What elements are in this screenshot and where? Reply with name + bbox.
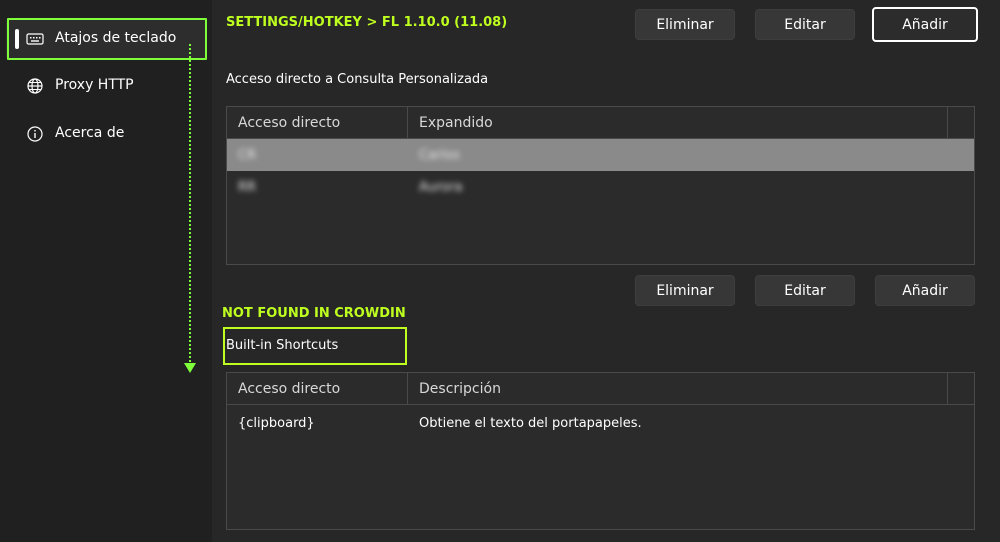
expanded-cell: Carlos [419, 147, 460, 163]
table-row[interactable]: RR Aurora [227, 171, 974, 203]
delete-button[interactable]: Eliminar [635, 275, 735, 306]
shortcut-cell: {clipboard} [238, 415, 315, 431]
edit-button[interactable]: Editar [755, 275, 855, 306]
sidebar: Atajos de teclado Proxy HTTP Acerca de [0, 0, 212, 542]
expanded-cell: Aurora [419, 179, 463, 195]
builtin-table: Acceso directo Descripción {clipboard} O… [226, 372, 975, 530]
annotation-highlight-box [7, 18, 207, 60]
column-header[interactable]: Descripción [408, 373, 948, 405]
shortcut-cell: RR [238, 179, 257, 195]
table-row[interactable]: {clipboard} Obtiene el texto del portapa… [227, 407, 974, 439]
custom-query-table: Acceso directo Expandido CR Carlos RR Au… [226, 106, 975, 265]
edit-button[interactable]: Editar [755, 9, 855, 40]
annotation-title: SETTINGS/HOTKEY > FL 1.10.0 (11.08) [226, 15, 508, 30]
column-header[interactable]: Acceso directo [227, 107, 408, 139]
add-button[interactable]: Añadir [875, 275, 975, 306]
sidebar-item-about[interactable]: Acerca de [6, 113, 206, 155]
description-cell: Obtiene el texto del portapapeles. [419, 415, 642, 431]
column-header[interactable]: Acceso directo [227, 373, 408, 405]
annotation-arrow-head [184, 363, 196, 373]
sidebar-item-proxy[interactable]: Proxy HTTP [6, 65, 206, 107]
builtin-title: Built-in Shortcuts [226, 338, 339, 353]
shortcut-cell: CR [238, 147, 257, 163]
annotation-arrow-line [189, 44, 191, 362]
delete-button[interactable]: Eliminar [635, 9, 735, 40]
info-icon [26, 125, 44, 143]
globe-icon [26, 77, 44, 95]
column-header[interactable]: Expandido [408, 107, 948, 139]
sidebar-item-label: Acerca de [55, 125, 125, 141]
sidebar-item-label: Proxy HTTP [55, 77, 134, 93]
table-header: Acceso directo Expandido [227, 107, 974, 139]
add-button[interactable]: Añadir [872, 7, 978, 42]
custom-query-title: Acceso directo a Consulta Personalizada [226, 72, 489, 87]
annotation-not-found: NOT FOUND IN CROWDIN [222, 306, 406, 321]
table-header: Acceso directo Descripción [227, 373, 974, 405]
table-row[interactable]: CR Carlos [227, 139, 974, 171]
